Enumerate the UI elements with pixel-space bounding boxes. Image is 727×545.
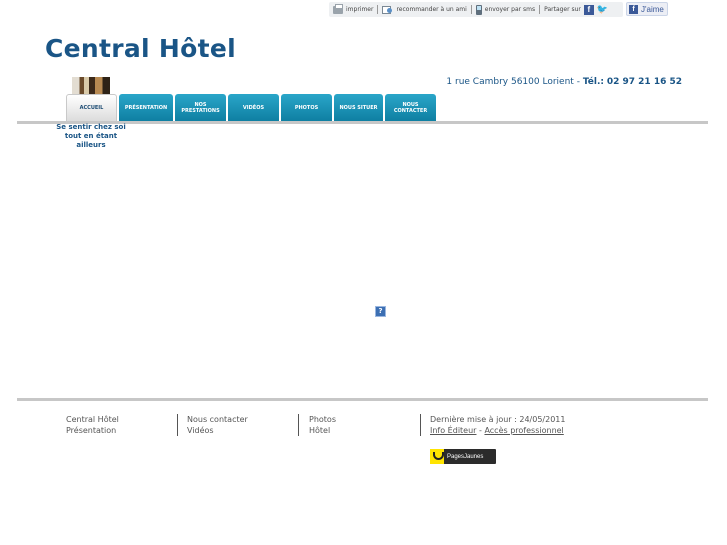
twitter-icon[interactable]: 🐦	[597, 5, 608, 15]
footer-column-1: Central Hôtel Présentation	[66, 414, 119, 436]
footer-column-2: Nous contacter Vidéos	[187, 414, 248, 436]
footer-link-nous-contacter[interactable]: Nous contacter	[187, 415, 248, 424]
last-update-text: Dernière mise à jour : 24/05/2011	[430, 415, 566, 424]
footer-column-4: Dernière mise à jour : 24/05/2011 Info É…	[430, 414, 565, 436]
footer-link-photos[interactable]: Photos	[309, 415, 336, 424]
footer-link-hotel[interactable]: Hôtel	[309, 426, 330, 435]
footer-link-central-hotel[interactable]: Central Hôtel	[66, 415, 119, 424]
facebook-icon: f	[629, 4, 638, 14]
address-separator: -	[576, 77, 580, 87]
utility-bar: imprimer recommander à un ami envoyer pa…	[329, 2, 623, 17]
sms-label: envoyer par sms	[484, 6, 536, 13]
footer-separator	[298, 414, 299, 436]
pagesjaunes-logo-icon	[430, 449, 444, 464]
printer-icon	[333, 3, 343, 14]
footer-separator	[177, 414, 178, 436]
missing-plugin-icon[interactable]: ?	[375, 306, 386, 317]
facebook-like-button[interactable]: f J'aime	[626, 2, 668, 16]
site-title[interactable]: Central Hôtel	[45, 34, 236, 63]
tab-nos-prestations[interactable]: NOS PRESTATIONS	[175, 94, 226, 121]
tab-nous-contacter[interactable]: NOUS CONTACTER	[385, 94, 436, 121]
like-label: J'aime	[641, 4, 664, 14]
tab-videos[interactable]: VIDÉOS	[228, 94, 279, 121]
footer-separator	[420, 414, 421, 436]
main-nav: ACCUEIL PRÉSENTATION NOS PRESTATIONS VID…	[66, 94, 436, 121]
sms-link[interactable]: envoyer par sms	[472, 4, 539, 15]
footer-link-presentation[interactable]: Présentation	[66, 426, 116, 435]
pagesjaunes-label: PagesJaunes	[447, 453, 484, 460]
print-label: imprimer	[346, 6, 374, 13]
address-text: 1 rue Cambry 56100 Lorient	[446, 77, 574, 87]
print-link[interactable]: imprimer	[329, 3, 377, 14]
hotel-thumbnail-image	[72, 77, 110, 94]
phone-number: 02 97 21 16 52	[606, 77, 682, 87]
mobile-phone-icon	[475, 4, 482, 15]
facebook-icon[interactable]: f	[583, 4, 594, 15]
tab-presentation[interactable]: PRÉSENTATION	[119, 94, 173, 121]
phone-label: Tél.:	[582, 77, 604, 87]
address-line: 1 rue Cambry 56100 Lorient - Tél.: 02 97…	[446, 77, 682, 87]
recommend-link[interactable]: recommander à un ami	[378, 5, 470, 14]
tagline: Se sentir chez soi tout en étant ailleur…	[56, 123, 126, 149]
info-editeur-link[interactable]: Info Éditeur	[430, 426, 476, 435]
recommend-label: recommander à un ami	[396, 6, 467, 13]
tab-accueil[interactable]: ACCUEIL	[66, 94, 117, 121]
recommend-friend-icon	[382, 5, 393, 14]
footer-column-3: Photos Hôtel	[309, 414, 336, 436]
tab-nous-situer[interactable]: NOUS SITUER	[334, 94, 383, 121]
footer-link-videos[interactable]: Vidéos	[187, 426, 214, 435]
share-label: Partager sur	[544, 6, 581, 13]
pagesjaunes-badge[interactable]: PagesJaunes	[430, 449, 496, 464]
acces-professionnel-link[interactable]: Accès professionnel	[484, 426, 563, 435]
footer-link-separator: -	[479, 426, 482, 435]
tab-photos[interactable]: PHOTOS	[281, 94, 332, 121]
footer-divider	[17, 398, 708, 401]
share-group: Partager sur f 🐦	[540, 4, 612, 15]
